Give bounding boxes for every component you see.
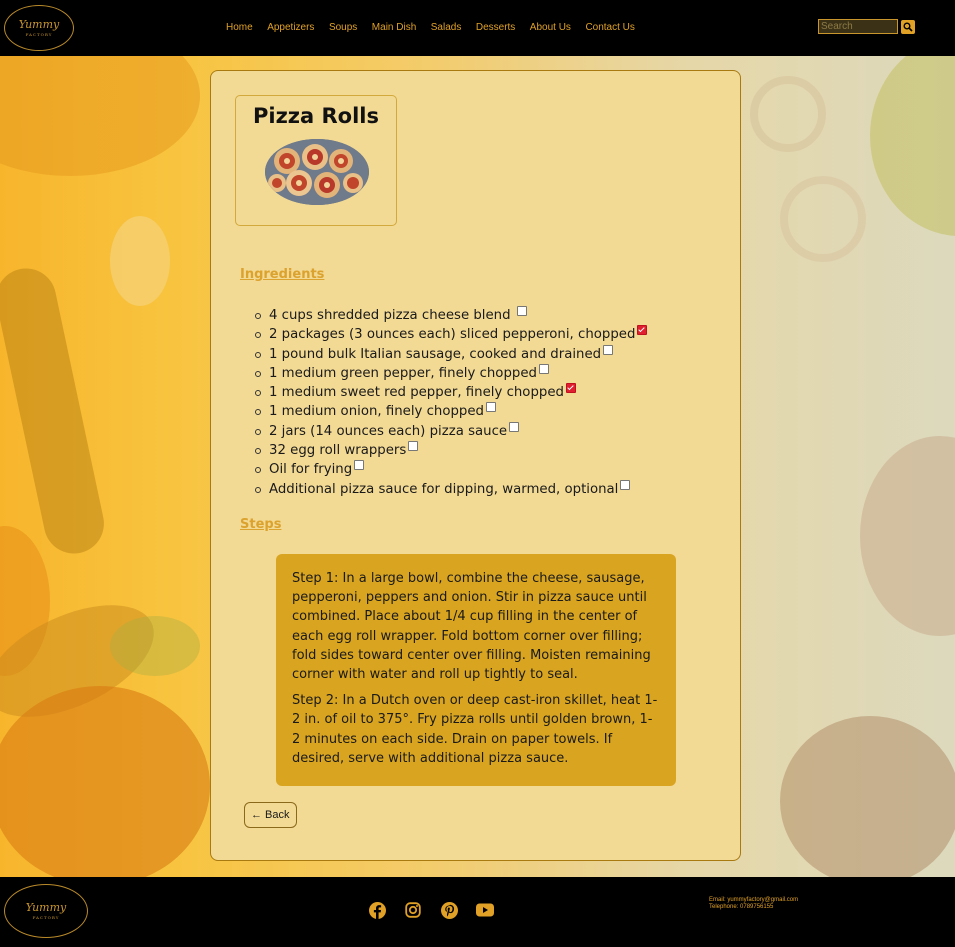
list-item: 2 jars (14 ounces each) pizza sauce bbox=[254, 421, 647, 441]
instagram-link[interactable] bbox=[404, 901, 422, 919]
step-text: Step 1: In a large bowl, combine the che… bbox=[292, 571, 651, 683]
facebook-icon bbox=[368, 901, 386, 919]
instagram-icon bbox=[405, 902, 421, 918]
nav-contact-us[interactable]: Contact Us bbox=[585, 22, 634, 33]
nav-appetizers[interactable]: Appetizers bbox=[267, 22, 314, 33]
nav-desserts[interactable]: Desserts bbox=[476, 22, 515, 33]
list-item: Oil for frying bbox=[254, 460, 647, 479]
back-button[interactable]: ← Back bbox=[244, 802, 297, 828]
pinterest-icon bbox=[440, 901, 458, 919]
ingredient-label: 1 medium onion, finely chopped bbox=[269, 404, 484, 420]
pinterest-link[interactable] bbox=[440, 901, 458, 919]
list-item: Additional pizza sauce for dipping, warm… bbox=[254, 479, 647, 499]
nav-about-us[interactable]: About Us bbox=[530, 22, 571, 33]
ingredient-checkbox[interactable] bbox=[509, 421, 520, 432]
search-bar bbox=[818, 19, 915, 34]
logo-subtext: FACTORY bbox=[32, 915, 60, 920]
recipe-title: Pizza Rolls bbox=[252, 104, 379, 128]
ingredient-checkbox[interactable] bbox=[354, 460, 365, 471]
list-item: 1 pound bulk Italian sausage, cooked and… bbox=[254, 344, 647, 364]
step-text: Step 2: In a Dutch oven or deep cast-iro… bbox=[292, 693, 658, 766]
list-item: 1 medium sweet red pepper, finely choppe… bbox=[254, 383, 647, 402]
ingredient-checkbox[interactable] bbox=[637, 325, 648, 336]
facebook-link[interactable] bbox=[368, 901, 386, 919]
recipe-image bbox=[265, 139, 369, 205]
steps-panel: Step 1: In a large bowl, combine the che… bbox=[276, 554, 676, 786]
nav-soups[interactable]: Soups bbox=[329, 22, 357, 33]
social-links bbox=[368, 901, 494, 919]
list-item: 32 egg roll wrappers bbox=[254, 441, 647, 460]
list-item: 2 packages (3 ounces each) sliced pepper… bbox=[254, 325, 648, 344]
recipe-card: Pizza Rolls Ingredients 4 cups shredded … bbox=[210, 70, 741, 861]
ingredient-checkbox[interactable] bbox=[603, 344, 614, 355]
contact-telephone: Telephone: 0789756155 bbox=[709, 904, 774, 910]
contact-info: Email: yummyfactory@gmail.com Telephone:… bbox=[709, 897, 798, 911]
contact-email: Email: yummyfactory@gmail.com bbox=[709, 897, 799, 903]
recipe-header: Pizza Rolls bbox=[235, 95, 397, 226]
ingredient-checkbox[interactable] bbox=[538, 363, 549, 374]
list-item: 1 medium green pepper, finely chopped bbox=[254, 363, 647, 383]
nav-salads[interactable]: Salads bbox=[431, 22, 462, 33]
ingredient-checkbox[interactable] bbox=[516, 306, 527, 316]
search-input[interactable] bbox=[818, 19, 898, 34]
ingredient-label: 1 medium sweet red pepper, finely choppe… bbox=[269, 385, 564, 401]
footer-logo[interactable]: Yummy FACTORY bbox=[4, 884, 88, 938]
nav-main-dish[interactable]: Main Dish bbox=[372, 22, 416, 33]
ingredient-checkbox[interactable] bbox=[620, 479, 631, 490]
footer: Yummy FACTORY Email: yummyfactory@gmail.… bbox=[0, 877, 955, 947]
main-nav: Home Appetizers Soups Main Dish Salads D… bbox=[226, 22, 649, 33]
steps-heading: Steps bbox=[240, 517, 282, 532]
ingredient-label: Additional pizza sauce for dipping, warm… bbox=[269, 481, 619, 497]
logo-subtext: FACTORY bbox=[25, 32, 53, 37]
logo-text: Yummy bbox=[25, 901, 67, 914]
brand-logo[interactable]: Yummy FACTORY bbox=[4, 5, 74, 51]
ingredient-label: 2 jars (14 ounces each) pizza sauce bbox=[269, 423, 508, 439]
nav-home[interactable]: Home bbox=[226, 22, 253, 33]
list-item: 1 medium onion, finely chopped bbox=[254, 402, 647, 421]
ingredients-list: 4 cups shredded pizza cheese blend 2 pac… bbox=[254, 306, 648, 499]
ingredient-label: 2 packages (3 ounces each) sliced pepper… bbox=[269, 327, 636, 343]
ingredient-label: 4 cups shredded pizza cheese blend bbox=[269, 308, 515, 323]
ingredients-heading: Ingredients bbox=[240, 267, 325, 282]
youtube-link[interactable] bbox=[476, 901, 494, 919]
ingredient-label: 32 egg roll wrappers bbox=[269, 443, 407, 459]
search-icon bbox=[903, 22, 913, 32]
ingredient-label: 1 pound bulk Italian sausage, cooked and… bbox=[269, 346, 602, 362]
logo-text: Yummy bbox=[18, 18, 60, 31]
list-item: 4 cups shredded pizza cheese blend bbox=[254, 306, 647, 325]
ingredient-label: Oil for frying bbox=[269, 462, 353, 478]
top-navbar: Yummy FACTORY Home Appetizers Soups Main… bbox=[0, 0, 955, 56]
youtube-icon bbox=[476, 903, 494, 917]
ingredient-checkbox[interactable] bbox=[408, 441, 419, 452]
ingredient-checkbox[interactable] bbox=[565, 383, 576, 394]
ingredient-checkbox[interactable] bbox=[485, 402, 496, 413]
ingredient-label: 1 medium green pepper, finely chopped bbox=[269, 365, 537, 381]
search-button[interactable] bbox=[901, 19, 915, 34]
